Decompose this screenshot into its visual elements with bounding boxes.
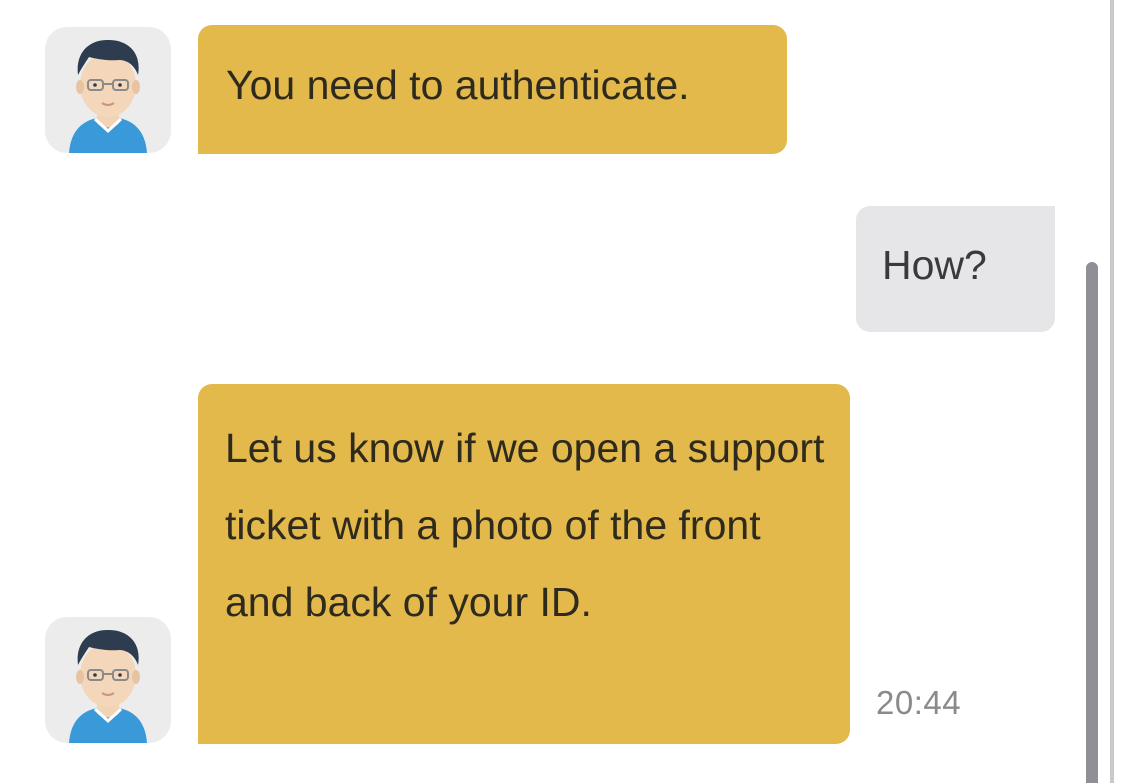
- message-text: How?: [882, 242, 987, 288]
- agent-message-bubble: Let us know if we open a support ticket …: [198, 384, 850, 744]
- agent-avatar-icon: [45, 617, 171, 743]
- message-text: Let us know if we open a support ticket …: [225, 425, 825, 625]
- user-message-bubble: How?: [856, 206, 1055, 332]
- message-text: You need to authenticate.: [226, 62, 690, 108]
- scrollbar-thumb[interactable]: [1086, 262, 1098, 783]
- agent-message-bubble: You need to authenticate.: [198, 25, 787, 154]
- agent-avatar-icon: [45, 27, 171, 153]
- chat-window: You need to authenticate. How? Let us kn…: [0, 0, 1121, 783]
- panel-border: [1110, 0, 1114, 783]
- message-timestamp: 20:44: [876, 684, 962, 721]
